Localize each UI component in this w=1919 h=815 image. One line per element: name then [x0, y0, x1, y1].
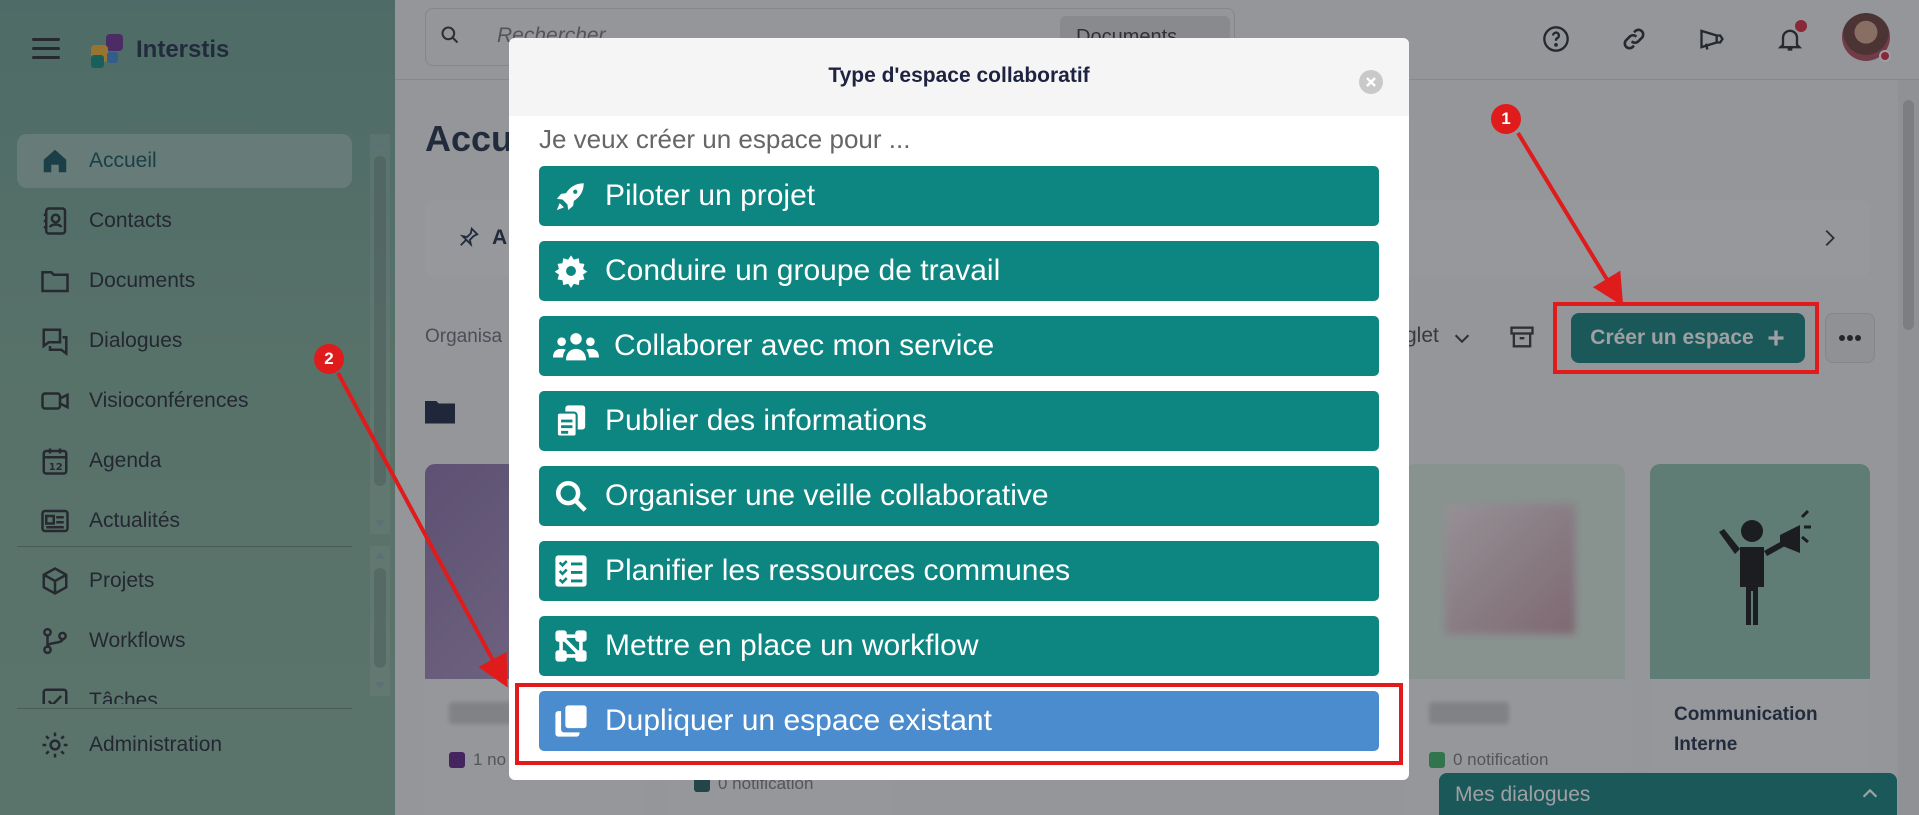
option-collaborer-service[interactable]: Collaborer avec mon service [539, 316, 1379, 376]
annotation-badge-1: 1 [1491, 104, 1521, 134]
workflow-icon [553, 628, 589, 664]
highlight-create-space [1553, 302, 1819, 374]
highlight-duplicate-option [515, 683, 1403, 765]
option-label: Conduire un groupe de travail [605, 254, 1001, 287]
option-label: Planifier les ressources communes [605, 554, 1071, 587]
modal-subtitle: Je veux créer un espace pour ... [539, 124, 911, 154]
space-type-modal: Type d'espace collaboratif Je veux créer… [509, 38, 1409, 780]
option-planifier-ressources[interactable]: Planifier les ressources communes [539, 541, 1379, 601]
rocket-icon [553, 178, 589, 214]
close-icon[interactable] [1359, 70, 1383, 94]
option-piloter-projet[interactable]: Piloter un projet [539, 166, 1379, 226]
annotation-badge-2: 2 [314, 344, 344, 374]
option-label: Mettre en place un workflow [605, 629, 979, 662]
option-workflow[interactable]: Mettre en place un workflow [539, 616, 1379, 676]
option-label: Publier des informations [605, 404, 927, 437]
option-veille-collaborative[interactable]: Organiser une veille collaborative [539, 466, 1379, 526]
option-label: Collaborer avec mon service [614, 329, 995, 362]
modal-title: Type d'espace collaboratif [828, 64, 1090, 87]
magnifier-icon [553, 478, 589, 514]
option-publier-informations[interactable]: Publier des informations [539, 391, 1379, 451]
users-icon [553, 328, 599, 364]
documents-icon [553, 403, 589, 439]
option-groupe-travail[interactable]: Conduire un groupe de travail [539, 241, 1379, 301]
option-label: Piloter un projet [605, 179, 816, 212]
option-label: Organiser une veille collaborative [605, 479, 1049, 512]
checklist-icon [553, 553, 589, 589]
gear-icon [553, 253, 589, 289]
